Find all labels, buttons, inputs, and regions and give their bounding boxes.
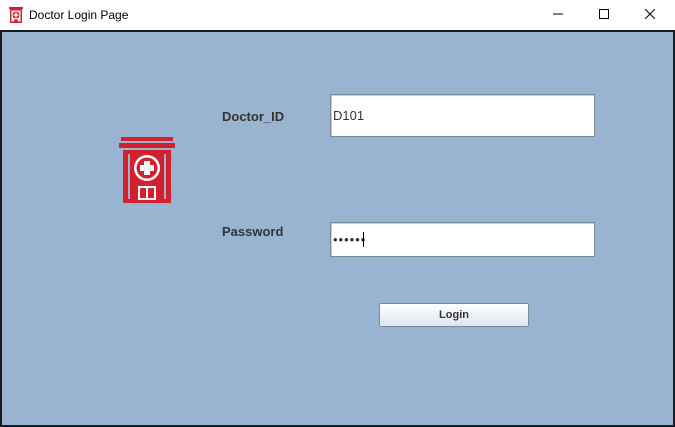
maximize-icon <box>599 6 609 24</box>
login-window: Doctor Login Page Doctor_ID D101 Passwor… <box>0 0 675 427</box>
password-input[interactable] <box>330 222 595 257</box>
login-panel: Doctor_ID Password Login <box>0 30 675 427</box>
window-title: Doctor Login Page <box>29 8 129 22</box>
maximize-button[interactable] <box>581 0 627 30</box>
title-bar[interactable]: Doctor Login Page <box>0 0 675 30</box>
doctor-id-input[interactable] <box>330 94 595 137</box>
hospital-icon <box>119 137 175 203</box>
text-caret <box>363 232 364 247</box>
minimize-icon <box>553 6 563 24</box>
close-button[interactable] <box>627 0 673 30</box>
minimize-button[interactable] <box>535 0 581 30</box>
password-label: Password <box>222 224 284 239</box>
close-icon <box>644 6 656 24</box>
doctor-id-label: Doctor_ID <box>222 109 285 124</box>
hospital-icon <box>9 7 23 23</box>
login-button[interactable]: Login <box>379 303 529 327</box>
